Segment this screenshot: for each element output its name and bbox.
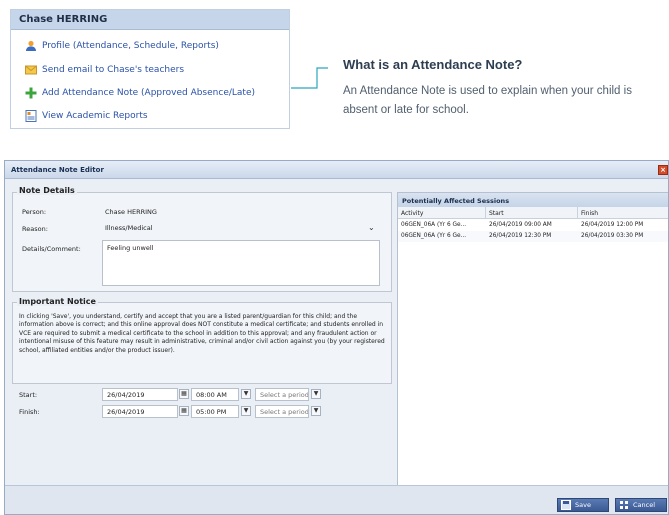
close-icon: × [660, 166, 666, 174]
calendar-icon[interactable]: ▦ [179, 389, 189, 399]
close-button[interactable]: × [658, 165, 668, 175]
chevron-down-icon[interactable]: ▼ [311, 406, 321, 416]
session-finish-cell[interactable]: 26/04/2019 03:30 PM [578, 231, 668, 242]
save-button[interactable]: Save [557, 498, 609, 512]
dialog-title: Attendance Note Editor [5, 161, 668, 179]
report-icon [25, 110, 37, 122]
profile-link-label: Profile (Attendance, Schedule, Reports) [42, 41, 219, 51]
start-time-input[interactable]: 08:00 AM [191, 388, 239, 401]
note-details-legend: Note Details [17, 186, 77, 195]
details-label: Details/Comment: [22, 245, 81, 253]
add-attendance-note-label: Add Attendance Note (Approved Absence/La… [42, 88, 255, 98]
session-activity-cell[interactable]: 06GEN_06A (Yr 6 Ge... [398, 231, 486, 242]
chevron-down-icon[interactable]: ▼ [311, 389, 321, 399]
column-header-activity[interactable]: Activity [398, 207, 486, 219]
user-icon [25, 40, 37, 52]
session-finish-cell[interactable]: 26/04/2019 12:00 PM [578, 220, 668, 231]
notice-text: In clicking 'Save', you understand, cert… [19, 313, 385, 354]
cancel-icon [619, 500, 629, 510]
callout-title: What is an Attendance Note? [343, 57, 523, 72]
chevron-down-icon: ⌄ [368, 223, 375, 232]
attendance-note-dialog: Attendance Note Editor × Note Details Pe… [4, 160, 669, 515]
academic-reports-link[interactable]: View Academic Reports [25, 109, 148, 123]
notice-legend: Important Notice [17, 297, 98, 306]
save-label: Save [575, 501, 591, 509]
finish-date-input[interactable]: 26/04/2019 [102, 405, 178, 418]
cancel-label: Cancel [633, 501, 656, 509]
reason-label: Reason: [22, 225, 48, 233]
person-value: Chase HERRING [105, 208, 157, 216]
session-start-cell[interactable]: 26/04/2019 12:30 PM [486, 231, 578, 242]
envelope-icon [25, 64, 37, 76]
finish-label: Finish: [19, 408, 40, 416]
student-panel: Chase HERRING Profile (Attendance, Sched… [10, 9, 290, 129]
academic-reports-label: View Academic Reports [42, 111, 148, 121]
profile-link[interactable]: Profile (Attendance, Schedule, Reports) [25, 39, 219, 53]
start-date-input[interactable]: 26/04/2019 [102, 388, 178, 401]
dialog-footer: Save Cancel [5, 485, 668, 514]
email-teachers-label: Send email to Chase's teachers [42, 65, 185, 75]
start-period-select[interactable]: Select a period... [255, 388, 309, 401]
person-label: Person: [22, 208, 47, 216]
email-teachers-link[interactable]: Send email to Chase's teachers [25, 63, 184, 77]
sessions-header: Potentially Affected Sessions [398, 193, 668, 207]
start-label: Start: [19, 391, 38, 399]
affected-sessions-panel: Potentially Affected Sessions Activity S… [397, 192, 668, 492]
plus-icon [25, 87, 37, 99]
session-activity-cell[interactable]: 06GEN_06A (Yr 6 Ge... [398, 220, 486, 231]
details-textarea[interactable]: Feeling unwell [102, 240, 380, 286]
reason-select[interactable]: Illness/Medical [102, 222, 380, 235]
chevron-down-icon[interactable]: ▼ [241, 406, 251, 416]
student-name-header: Chase HERRING [11, 10, 289, 30]
save-icon [561, 500, 571, 510]
callout-connector [291, 67, 328, 89]
callout-body: An Attendance Note is used to explain wh… [343, 85, 632, 116]
finish-period-select[interactable]: Select a period... [255, 405, 309, 418]
chevron-down-icon[interactable]: ▼ [241, 389, 251, 399]
column-header-finish[interactable]: Finish [578, 207, 668, 219]
finish-time-input[interactable]: 05:00 PM [191, 405, 239, 418]
calendar-icon[interactable]: ▦ [179, 406, 189, 416]
column-header-start[interactable]: Start [486, 207, 578, 219]
session-start-cell[interactable]: 26/04/2019 09:00 AM [486, 220, 578, 231]
cancel-button[interactable]: Cancel [615, 498, 667, 512]
add-attendance-note-link[interactable]: Add Attendance Note (Approved Absence/La… [25, 86, 255, 100]
